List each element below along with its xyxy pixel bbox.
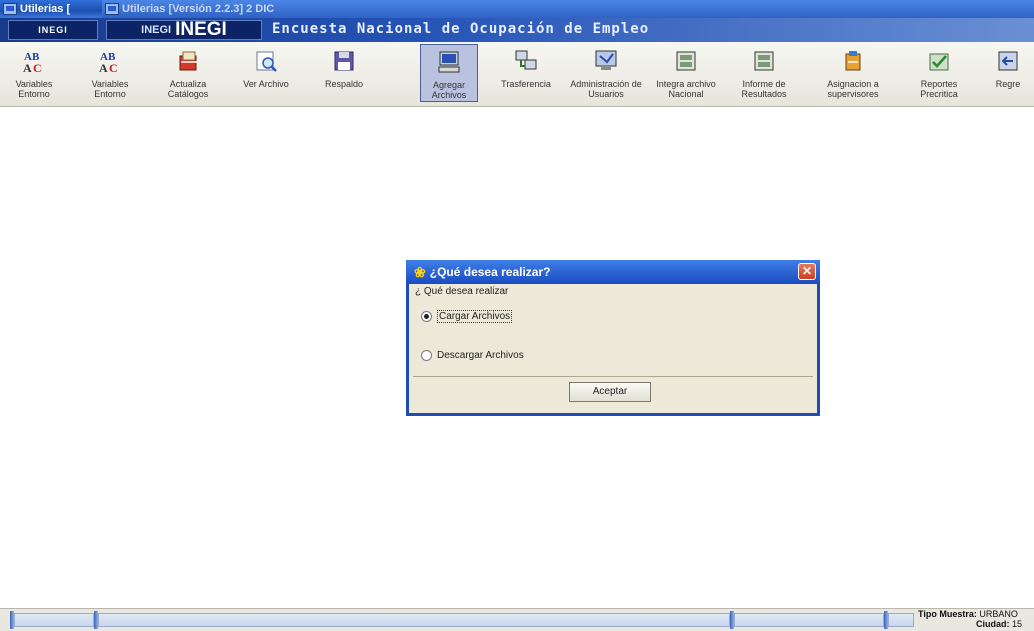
toolbar-button-ver-archivo[interactable]: Ver Archivo bbox=[234, 44, 298, 102]
dialog-title: ¿Qué desea realizar? bbox=[429, 265, 551, 279]
city-value: 15 bbox=[1012, 619, 1023, 629]
computer-icon bbox=[438, 51, 460, 73]
window-title-back[interactable]: Utilerias [Versión 2.2.3] 2 DIC bbox=[102, 0, 1034, 18]
radio-unselected-icon[interactable] bbox=[421, 350, 432, 361]
dialog-body: ¿ Qué desea realizar Cargar Archivos Des… bbox=[409, 284, 817, 413]
app-icon bbox=[105, 3, 119, 15]
toolbar-label: Variables Entorno bbox=[91, 79, 129, 99]
inegi-logo-small: INEGI bbox=[8, 20, 98, 40]
toolbar-button-asignacion-supervisores[interactable]: Asignacion a supervisores bbox=[812, 44, 894, 102]
radio-descargar-archivos[interactable]: Descargar Archivos bbox=[421, 350, 524, 361]
svg-text:A: A bbox=[23, 61, 32, 74]
banner-title: Encuesta Nacional de Ocupación de Empleo bbox=[272, 21, 650, 37]
close-icon[interactable]: ✕ bbox=[798, 263, 816, 280]
report-icon bbox=[754, 51, 774, 71]
radio-cargar-archivos[interactable]: Cargar Archivos bbox=[421, 310, 513, 323]
toolbar-label: Informe de Resultados bbox=[741, 79, 787, 99]
window-title-text: Utilerias [ bbox=[20, 3, 71, 15]
toolbar-label: Actualiza Catálogos bbox=[167, 79, 209, 99]
app-icon bbox=[3, 3, 17, 15]
status-info: Tipo Muestra: URBANO Ciudad: 15 bbox=[918, 609, 1022, 629]
catalog-update-icon bbox=[179, 51, 197, 71]
toolbar-label: Integra archivo Nacional bbox=[656, 79, 716, 99]
toolbar-button-agregar-archivos[interactable]: Agregar Archivos bbox=[420, 44, 478, 102]
logo-prefix: INEGI bbox=[141, 24, 172, 36]
window-title-bar[interactable]: Utilerias [ Utilerias [Versión 2.2.3] 2 … bbox=[0, 0, 1034, 18]
toolbar-label: Administración de Usuarios bbox=[570, 79, 642, 99]
svg-text:C: C bbox=[33, 61, 42, 74]
file-cabinet-icon bbox=[676, 51, 696, 71]
floppy-disk-icon bbox=[334, 51, 354, 71]
toolbar-button-regresar[interactable]: Regre bbox=[982, 44, 1034, 102]
toolbar-button-respaldo[interactable]: Respaldo bbox=[312, 44, 376, 102]
radio-label: Descargar Archivos bbox=[437, 350, 524, 361]
network-transfer-icon bbox=[515, 50, 537, 70]
toolbar-label: Reportes Precritica bbox=[920, 79, 958, 99]
toolbar-button-reportes-precritica[interactable]: Reportes Precritica bbox=[906, 44, 972, 102]
sample-type-label: Tipo Muestra: bbox=[918, 609, 977, 619]
toolbar-button-trasferencia[interactable]: Trasferencia bbox=[494, 44, 558, 102]
supervisors-icon bbox=[845, 51, 861, 71]
toolbar-label: Respaldo bbox=[324, 79, 364, 89]
inegi-logo: INEGI INEGI bbox=[106, 19, 262, 40]
toolbar-button-variables-entorno-1[interactable]: AB A C Variables Entorno bbox=[2, 44, 66, 102]
dialog-question: ¿ Qué desea realizar bbox=[415, 286, 509, 297]
accept-button[interactable]: Aceptar bbox=[569, 382, 651, 402]
svg-text:C: C bbox=[109, 61, 118, 74]
toolbar-button-integra-archivo-nacional[interactable]: Integra archivo Nacional bbox=[650, 44, 722, 102]
toolbar-button-actualiza-catalogos[interactable]: Actualiza Catálogos bbox=[156, 44, 220, 102]
users-admin-icon bbox=[595, 50, 617, 70]
status-panel bbox=[98, 613, 730, 627]
toolbar-button-variables-entorno-2[interactable]: AB A C Variables Entorno bbox=[78, 44, 142, 102]
svg-text:A: A bbox=[99, 61, 108, 74]
dialog-app-icon: ❀ bbox=[414, 263, 426, 280]
toolbar-label: Asignacion a supervisores bbox=[827, 79, 879, 99]
toolbar-label: Regre bbox=[995, 79, 1021, 89]
check-report-icon bbox=[929, 53, 949, 71]
radio-label: Cargar Archivos bbox=[437, 310, 513, 323]
status-panel bbox=[734, 613, 884, 627]
window-title-text: Utilerias [Versión 2.2.3] 2 DIC bbox=[122, 3, 275, 15]
status-panel bbox=[888, 613, 914, 627]
toolbar-button-informe-resultados[interactable]: Informe de Resultados bbox=[728, 44, 800, 102]
status-panel bbox=[14, 613, 94, 627]
back-icon bbox=[998, 51, 1018, 71]
radio-selected-icon[interactable] bbox=[421, 311, 432, 322]
sample-type-value: URBANO bbox=[979, 609, 1018, 619]
toolbar-label: Variables Entorno bbox=[15, 79, 53, 99]
city-label: Ciudad: bbox=[976, 619, 1010, 629]
status-bar: Tipo Muestra: URBANO Ciudad: 15 bbox=[0, 608, 1034, 631]
toolbar-button-administracion-usuarios[interactable]: Administración de Usuarios bbox=[570, 44, 642, 102]
toolbar-label: Agregar Archivos bbox=[431, 80, 467, 100]
magnifier-icon bbox=[256, 51, 277, 72]
dialog-divider bbox=[413, 376, 813, 377]
dialog-title-bar[interactable]: ❀ ¿Qué desea realizar? ✕ bbox=[406, 260, 820, 284]
action-dialog: ❀ ¿Qué desea realizar? ✕ ¿ Qué desea rea… bbox=[406, 260, 820, 416]
logo-text: INEGI bbox=[38, 25, 68, 35]
logo-main: INEGI bbox=[175, 19, 227, 40]
app-banner: INEGI INEGI INEGI Encuesta Nacional de O… bbox=[0, 18, 1034, 42]
toolbar-label: Ver Archivo bbox=[243, 79, 289, 89]
abc-icon: AB A C bbox=[23, 51, 42, 74]
abc-icon: AB A C bbox=[99, 51, 118, 74]
toolbar-label: Trasferencia bbox=[501, 79, 551, 89]
main-toolbar: AB A C Variables Entorno AB A C Variable… bbox=[0, 42, 1034, 107]
